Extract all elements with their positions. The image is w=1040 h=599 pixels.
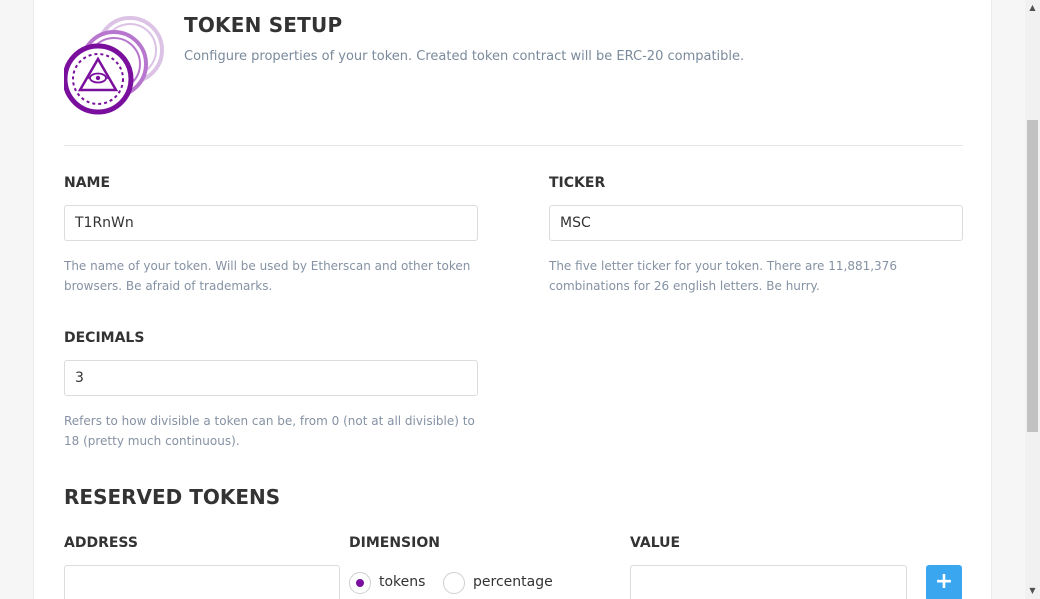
header-divider — [64, 145, 963, 146]
name-hint: The name of your token. Will be used by … — [64, 259, 471, 293]
address-input[interactable] — [64, 565, 340, 599]
token-setup-panel: TOKEN SETUP Configure properties of your… — [33, 0, 992, 599]
add-reserved-token-button[interactable]: + — [926, 565, 962, 599]
ticker-hint: The five letter ticker for your token. T… — [549, 259, 897, 293]
page-description: Configure properties of your token. Crea… — [184, 49, 745, 64]
decimals-input[interactable]: 3 — [64, 360, 478, 396]
address-label: ADDRESS — [64, 535, 138, 551]
value-label: VALUE — [630, 535, 681, 551]
page-title: TOKEN SETUP — [184, 13, 343, 37]
dimension-tokens-label: tokens — [379, 574, 426, 590]
name-input[interactable]: T1RnWn — [64, 205, 478, 241]
decimals-label: DECIMALS — [64, 330, 145, 346]
decimals-hint: Refers to how divisible a token can be, … — [64, 414, 475, 448]
vertical-scrollbar[interactable]: ▲ ▼ — [1025, 0, 1040, 599]
scroll-up-arrow-icon[interactable]: ▲ — [1025, 2, 1040, 14]
plus-icon: + — [934, 569, 954, 594]
dimension-tokens-radio[interactable] — [349, 572, 371, 594]
scrollbar-thumb[interactable] — [1027, 120, 1038, 432]
ticker-label: TICKER — [549, 175, 606, 191]
value-input[interactable] — [630, 565, 907, 599]
dimension-percentage-label: percentage — [473, 574, 553, 590]
dimension-label: DIMENSION — [349, 535, 440, 551]
scroll-down-arrow-icon[interactable]: ▼ — [1025, 585, 1040, 597]
dimension-percentage-radio[interactable] — [443, 572, 465, 594]
token-logo-icon — [64, 16, 164, 115]
name-label: NAME — [64, 175, 111, 191]
ticker-input[interactable]: MSC — [549, 205, 963, 241]
reserved-tokens-title: RESERVED TOKENS — [64, 485, 281, 509]
